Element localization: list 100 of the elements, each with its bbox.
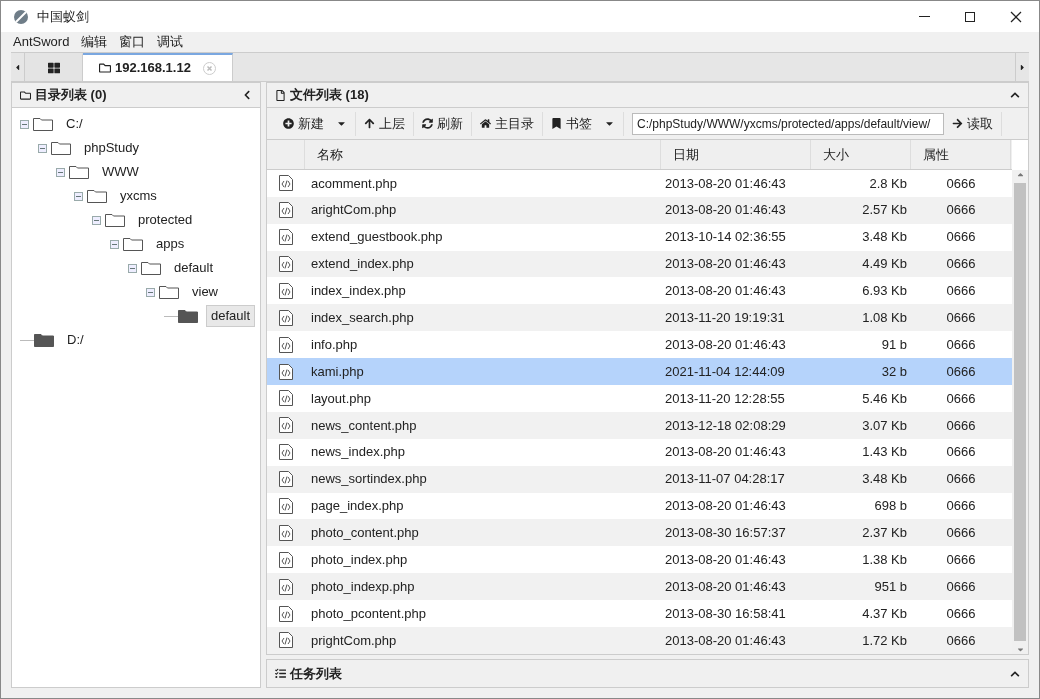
minus-box-icon[interactable] (20, 119, 29, 129)
file-row[interactable]: arightCom.php 2013-08-20 01:46:43 2.57 Kb 0666 (267, 196, 1012, 224)
file-row[interactable]: extend_index.php 2013-08-20 01:46:43 4.49 Kb 0666 (267, 250, 1012, 278)
folder-icon (33, 117, 53, 131)
file-size: 4.49 Kb (861, 255, 908, 274)
file-size: 698 b (873, 497, 908, 516)
file-row[interactable]: prightCom.php 2013-08-20 01:46:43 1.72 Kb 0666 (267, 627, 1012, 654)
file-size: 1.38 Kb (861, 551, 908, 570)
file-size: 2.37 Kb (861, 524, 908, 543)
code-file-icon (279, 229, 293, 246)
code-file-icon (279, 175, 293, 192)
file-row[interactable]: news_sortindex.php 2013-11-07 04:28:17 3.48 Kb 0666 (267, 465, 1012, 493)
file-date: 2013-11-20 19:19:31 (664, 309, 786, 328)
file-attribute: 0666 (945, 416, 977, 435)
tree-item[interactable]: apps (151, 233, 190, 255)
file-name: extend_guestbook.php (310, 228, 444, 247)
collapse-panel-icon[interactable] (1010, 90, 1020, 100)
minus-box-icon[interactable] (38, 143, 47, 153)
file-size: 1.72 Kb (861, 631, 908, 650)
caret-down-icon[interactable] (1015, 645, 1025, 654)
minimize-icon (918, 16, 930, 17)
file-size: 32 b (880, 362, 908, 381)
minus-box-icon[interactable] (110, 239, 119, 249)
file-name: info.php (310, 335, 359, 354)
column-header[interactable]: 大小 (811, 140, 911, 169)
folder-icon (99, 62, 111, 74)
code-file-icon (279, 605, 293, 622)
path-field[interactable]: C:/phpStudy/WWW/yxcms/protected/apps/default/view/ (632, 112, 944, 135)
toolbar-button[interactable]: 刷新 (414, 111, 472, 136)
code-file-icon (279, 390, 293, 407)
tree-item[interactable]: default (206, 305, 256, 327)
caret-left-icon (13, 62, 22, 72)
toolbar-button[interactable]: 书签 (543, 111, 624, 136)
toolbar-button[interactable]: 上层 (356, 111, 414, 136)
read-button[interactable]: 读取 (944, 111, 1002, 136)
file-date: 2013-08-20 01:46:43 (664, 577, 787, 596)
file-attribute: 0666 (945, 470, 977, 489)
code-file-icon (279, 282, 293, 299)
file-name: arightCom.php (310, 201, 398, 220)
folder-icon (123, 237, 143, 251)
collapse-panel-icon[interactable] (242, 90, 252, 100)
home-icon (480, 118, 491, 129)
tree-item[interactable]: default (169, 257, 219, 279)
file-name: news_content.php (310, 416, 418, 435)
menu-item[interactable]: 窗口 (119, 32, 146, 52)
file-attribute: 0666 (945, 228, 977, 247)
folder-icon (159, 285, 179, 299)
minus-box-icon[interactable] (74, 191, 83, 201)
file-icon (275, 89, 286, 101)
column-header[interactable]: 日期 (661, 140, 811, 169)
minus-box-icon[interactable] (128, 263, 137, 273)
file-row[interactable]: photo_content.php 2013-08-30 16:57:37 2.37 Kb 0666 (267, 519, 1012, 547)
file-row[interactable]: photo_indexp.php 2013-08-20 01:46:43 951 b 0666 (267, 573, 1012, 601)
task-list-icon (275, 668, 286, 679)
tree-item[interactable]: yxcms (115, 185, 162, 207)
tree-item[interactable]: protected (133, 209, 198, 231)
minus-box-icon[interactable] (92, 215, 101, 225)
panel-title: 文件列表 (18) (290, 86, 369, 105)
tree-item[interactable]: phpStudy (79, 137, 144, 159)
code-file-icon (279, 256, 293, 272)
file-size: 3.48 Kb (861, 470, 908, 489)
file-date: 2013-08-20 01:46:43 (664, 497, 787, 516)
code-file-icon (279, 336, 293, 353)
minus-box-icon[interactable] (56, 167, 65, 177)
file-date: 2021-11-04 12:44:09 (664, 362, 786, 381)
file-name: extend_index.php (310, 255, 415, 274)
folder-icon (20, 89, 31, 101)
file-name: news_sortindex.php (310, 470, 428, 489)
tree-item[interactable]: view (187, 281, 223, 303)
caret-up-icon[interactable] (1015, 170, 1025, 179)
menu-item[interactable]: AntSword (13, 32, 70, 52)
file-name: news_index.php (310, 443, 406, 462)
column-header[interactable]: 名称 (305, 140, 661, 169)
file-attribute: 0666 (945, 174, 977, 193)
minus-box-icon[interactable] (146, 287, 155, 297)
grid-icon (47, 62, 60, 74)
file-attribute: 0666 (945, 255, 977, 274)
file-date: 2013-12-18 02:08:29 (664, 416, 787, 435)
file-name: acomment.php (310, 174, 398, 193)
code-file-icon (279, 524, 293, 541)
file-row[interactable]: index_search.php 2013-11-20 19:19:31 1.08 Kb 0666 (267, 304, 1012, 332)
tree-item[interactable]: WWW (97, 161, 144, 183)
file-attribute: 0666 (945, 335, 977, 354)
column-header[interactable]: 属性 (911, 140, 1011, 169)
file-date: 2013-08-20 01:46:43 (664, 282, 787, 301)
file-date: 2013-08-20 01:46:43 (664, 551, 787, 570)
toolbar-button[interactable]: 主目录 (472, 111, 543, 136)
tree-item[interactable]: D:/ (62, 329, 89, 351)
toolbar-button[interactable]: 新建 (275, 111, 356, 136)
menu-item[interactable]: 调试 (157, 32, 184, 52)
connection-tab[interactable]: 192.168.1.12 (83, 53, 233, 81)
menu-item[interactable]: 编辑 (81, 32, 108, 52)
file-size: 2.57 Kb (861, 201, 908, 220)
new-icon (283, 118, 294, 129)
scrollbar[interactable] (1012, 170, 1028, 654)
file-attribute: 0666 (945, 282, 977, 301)
tree-item[interactable]: C:/ (61, 113, 88, 135)
caret-right-icon (1018, 62, 1027, 72)
file-row[interactable]: news_content.php 2013-12-18 02:08:29 3.07 Kb 0666 (267, 411, 1012, 439)
file-row[interactable]: kami.php 2021-11-04 12:44:09 32 b 0666 (267, 358, 1012, 385)
